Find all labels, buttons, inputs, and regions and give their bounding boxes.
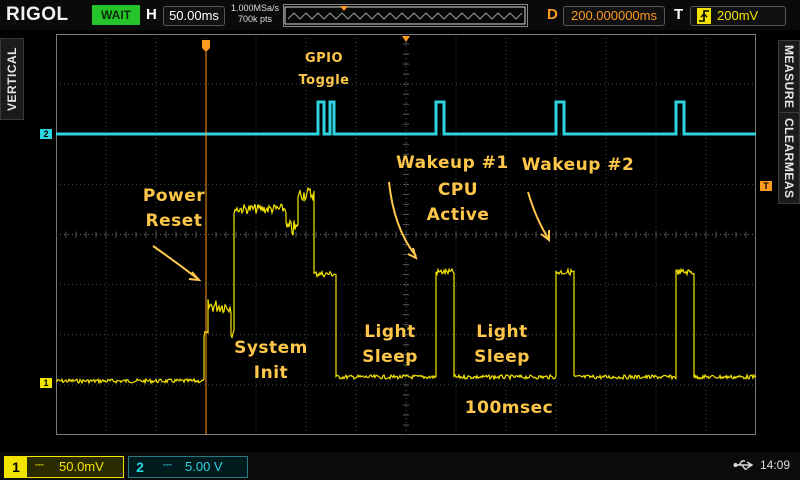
light-sleep-2-annotation: Light Sleep <box>464 320 540 370</box>
timebase-value[interactable]: 50.00ms <box>163 6 225 26</box>
wakeup2-annotation: Wakeup #2 <box>521 155 635 175</box>
sleep-label-1: Sleep <box>362 347 418 367</box>
active-label: Active <box>426 205 490 225</box>
wakeup1-arrow <box>388 181 417 257</box>
sleep-label-2: Sleep <box>474 347 530 367</box>
measure-menu-tab[interactable]: MEASURE <box>778 40 800 114</box>
measure-menu-label: MEASURE <box>782 45 796 109</box>
light-sleep-1-annotation: Light Sleep <box>352 320 428 370</box>
vertical-menu-label: VERTICAL <box>5 47 19 111</box>
wakeup1-annotation: Wakeup #1 <box>396 153 509 173</box>
trigger-time-marker-icon <box>202 40 210 52</box>
trigger-level: 200mV <box>717 8 759 23</box>
memory-overview-strip[interactable] <box>283 4 528 27</box>
cpu-label: CPU <box>437 180 479 200</box>
timebase-label: H <box>146 6 157 23</box>
ch1-number: 1 <box>5 457 27 477</box>
gpio-toggle-annotation: GPIO Toggle <box>288 48 360 92</box>
dc-coupling-icon: ⎓ <box>35 459 44 471</box>
wakeup2-arrow <box>527 191 549 239</box>
ch1-offset-marker[interactable]: 1 <box>40 378 52 388</box>
trigger-setting[interactable]: 200mV <box>690 6 786 26</box>
top-status-bar: RIGOL WAIT H 50.00ms 1.000MSa/s 700k pts… <box>0 0 800 30</box>
trigger-position-icon <box>340 6 348 11</box>
memory-depth: 700k pts <box>237 14 273 24</box>
vertical-menu-tab[interactable]: VERTICAL <box>0 38 24 120</box>
ch1-scale: 50.0mV <box>59 459 104 474</box>
bottom-status-bar: 1 ⎓ 50.0mV 2 ⎓ 5.00 V 14:09 <box>0 452 800 480</box>
delay-label: D <box>547 6 558 23</box>
clearmeas-menu-label: CLEARMEAS <box>782 117 796 199</box>
memory-overview-graphic <box>284 6 526 25</box>
trigger-level-marker[interactable]: T <box>760 181 772 191</box>
system-label: System <box>234 338 308 358</box>
center-marker-icon <box>402 36 410 42</box>
trigger-label: T <box>674 6 684 23</box>
grid <box>55 33 757 436</box>
gpio-label: GPIO <box>304 51 344 66</box>
light-label-2: Light <box>476 322 528 342</box>
waveform-canvas <box>55 33 757 436</box>
brand-logo: RIGOL <box>6 4 69 25</box>
init-label: Init <box>253 363 289 383</box>
toggle-label: Toggle <box>298 73 350 88</box>
power-reset-annotation: Power Reset <box>136 184 212 234</box>
reset-label: Reset <box>145 211 203 231</box>
dc-coupling-icon: ⎓ <box>163 459 172 471</box>
rising-edge-icon <box>697 8 711 24</box>
delay-value[interactable]: 200.000000ms <box>563 6 665 26</box>
ch1-setting[interactable]: 1 ⎓ 50.0mV <box>4 456 124 478</box>
clock: 14:09 <box>760 458 791 472</box>
cpu-active-annotation: CPU Active <box>416 178 500 228</box>
usb-icon <box>733 458 755 476</box>
clearmeas-menu-tab[interactable]: CLEARMEAS <box>778 112 800 204</box>
power-reset-arrow <box>152 245 199 280</box>
system-init-annotation: System Init <box>228 336 314 386</box>
run-state-button[interactable]: WAIT <box>92 5 140 25</box>
sample-rate: 1.000MSa/s <box>230 3 280 13</box>
ch2-number: 2 <box>136 459 144 475</box>
light-label-1: Light <box>364 322 416 342</box>
power-label: Power <box>142 186 206 206</box>
waveform-display[interactable]: GPIO Toggle Power Reset System Init Wake… <box>55 33 757 436</box>
acquisition-info: 1.000MSa/s 700k pts <box>230 3 280 25</box>
interval-annotation: 100msec <box>464 398 554 418</box>
ch2-setting[interactable]: 2 ⎓ 5.00 V <box>128 456 248 478</box>
ch2-scale: 5.00 V <box>185 459 223 474</box>
ch2-offset-marker[interactable]: 2 <box>40 129 52 139</box>
